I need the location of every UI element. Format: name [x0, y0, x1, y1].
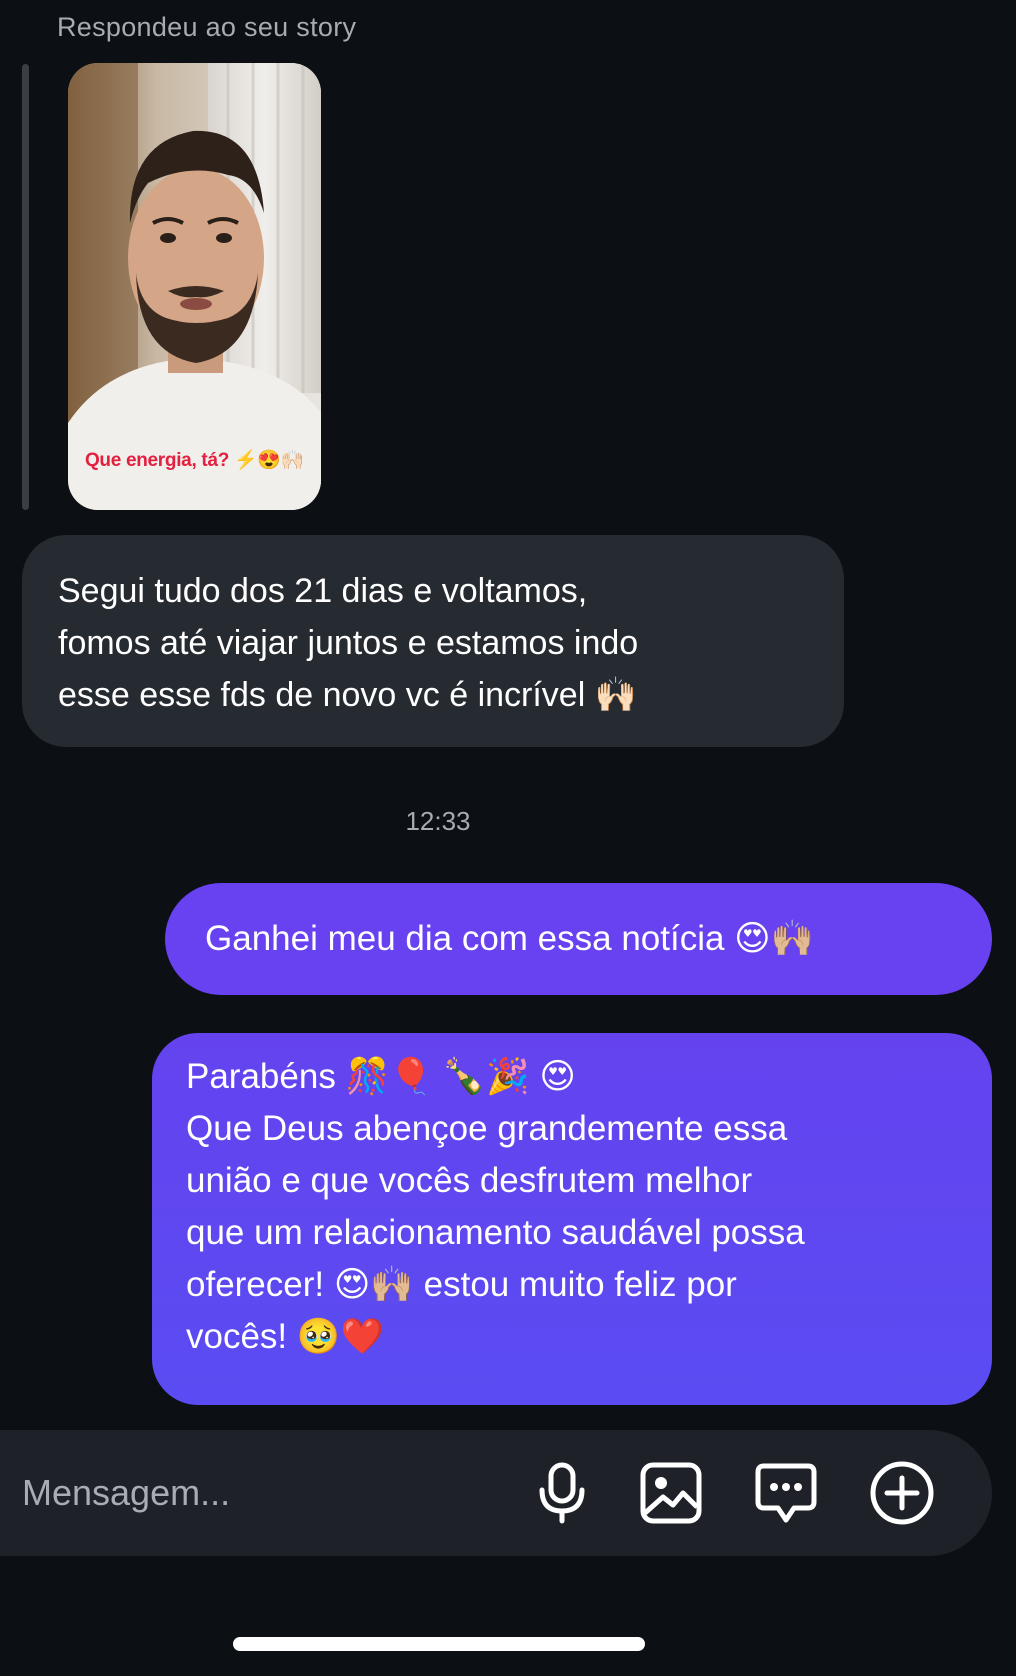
reply-indicator-bar	[22, 64, 29, 510]
plus-circle-icon[interactable]	[868, 1459, 936, 1527]
story-thumbnail[interactable]: Que energia, tá? ⚡😍🙌🏻	[68, 63, 321, 510]
chat-bubble-icon[interactable]	[752, 1459, 820, 1527]
image-icon[interactable]	[637, 1459, 705, 1527]
story-photo	[68, 63, 321, 510]
message-input[interactable]	[22, 1430, 502, 1556]
message-composer	[0, 1430, 992, 1556]
received-message[interactable]: Segui tudo dos 21 dias e voltamos, fomos…	[22, 535, 844, 747]
microphone-icon[interactable]	[528, 1459, 596, 1527]
message-timestamp: 12:33	[405, 806, 471, 836]
sent-message[interactable]: Ganhei meu dia com essa notícia 😍🙌🏼	[165, 883, 992, 995]
chat-screen: Respondeu ao seu story Que energia, tá? …	[0, 0, 1016, 1676]
story-reply-caption: Respondeu ao seu story	[57, 12, 357, 42]
home-indicator[interactable]	[233, 1637, 645, 1651]
sent-message[interactable]: Parabéns 🎊🎈 🍾🎉 😍 Que Deus abençoe grande…	[152, 1033, 992, 1405]
story-overlay-text: Que energia, tá? ⚡😍🙌🏻	[84, 450, 305, 471]
